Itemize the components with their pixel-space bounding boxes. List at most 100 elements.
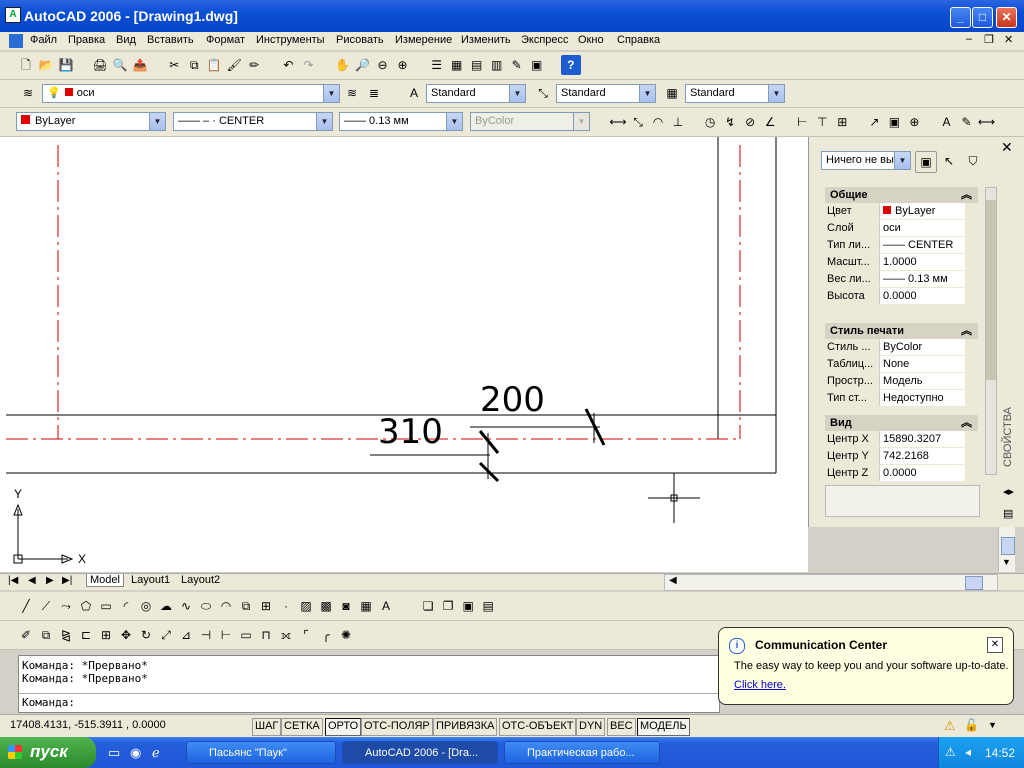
first-tab-icon[interactable]: |◀ <box>8 575 18 586</box>
prop-row-thickness[interactable]: Высота 0.0000 <box>825 288 978 305</box>
select-objects-icon[interactable]: ↖ <box>939 151 959 171</box>
start-button[interactable]: пуск <box>0 737 96 768</box>
command-window[interactable]: Команда: *Прервано* Команда: *Прервано* … <box>18 655 720 713</box>
join-icon[interactable]: ⟗ <box>276 625 296 645</box>
prop-row-plot-type[interactable]: Тип ст... Недоступно <box>825 390 978 407</box>
spline-icon[interactable]: ∿ <box>176 596 196 616</box>
tolerance-icon[interactable]: ▣ <box>884 112 904 132</box>
toggle-snap[interactable]: ШАГ <box>252 718 282 736</box>
text-style-icon[interactable]: A <box>404 83 424 103</box>
menu-draw[interactable]: Рисовать <box>336 34 384 46</box>
menu-tools[interactable]: Инструменты <box>256 34 325 46</box>
task-autocad[interactable]: AutoCAD 2006 - [Dra... <box>342 741 498 764</box>
layer-previous-icon[interactable]: ≣ <box>364 83 384 103</box>
color-combo[interactable]: ByLayer ▼ <box>16 112 166 131</box>
tab-layout1[interactable]: Layout1 <box>128 574 173 586</box>
prop-row-plotstyle[interactable]: Стиль ... ByColor <box>825 339 978 356</box>
baseline-icon[interactable]: ⊤ <box>812 112 832 132</box>
communication-center-icon[interactable]: ⚠ <box>944 718 956 734</box>
chamfer-icon[interactable]: ⌜ <box>296 625 316 645</box>
linear-dim-icon[interactable]: ⟷ <box>608 112 628 132</box>
menu-modify[interactable]: Изменить <box>461 34 511 46</box>
zoom-previous-icon[interactable]: ⊕ <box>393 55 413 75</box>
scroll-down-icon[interactable]: ▼ <box>1002 557 1011 567</box>
horizontal-scroll-thumb[interactable] <box>965 576 983 590</box>
offset-icon[interactable]: ⊏ <box>76 625 96 645</box>
dim-style-icon[interactable]: ⤡ <box>533 83 553 103</box>
fillet-icon[interactable]: ╭ <box>316 625 336 645</box>
clock[interactable]: 14:52 <box>985 746 1015 760</box>
prop-row-linetype[interactable]: Тип ли... —— CENTER <box>825 237 978 254</box>
tool-palettes-icon[interactable]: ▤ <box>467 55 487 75</box>
region-icon[interactable]: ◙ <box>336 596 356 616</box>
copy-icon[interactable]: ⧉ <box>184 55 204 75</box>
extend-icon[interactable]: ⊢ <box>216 625 236 645</box>
scroll-left-icon[interactable]: ◀ <box>669 575 677 586</box>
new-icon[interactable]: 🗋 <box>16 55 36 75</box>
block-editor-icon[interactable]: ✏ <box>244 55 264 75</box>
tray-volume-icon[interactable]: ◂ <box>965 745 971 759</box>
menu-dimension[interactable]: Измерение <box>395 34 452 46</box>
trim-icon[interactable]: ⊣ <box>196 625 216 645</box>
dim-style-combo[interactable]: Standard ▼ <box>556 84 656 103</box>
redo-icon[interactable]: ↷ <box>298 55 318 75</box>
jogged-icon[interactable]: ↯ <box>720 112 740 132</box>
design-center-icon[interactable]: ▦ <box>447 55 467 75</box>
toggle-osnap[interactable]: ПРИВЯЗКА <box>433 718 498 736</box>
chevron-down-icon[interactable]: ▼ <box>509 85 525 102</box>
menu-view[interactable]: Вид <box>116 34 136 46</box>
minimize-button[interactable]: _ <box>950 7 971 28</box>
dim-edit-icon[interactable]: A <box>937 112 957 132</box>
ellipse-icon[interactable]: ⬭ <box>196 596 216 616</box>
ordinate-icon[interactable]: ⊥ <box>668 112 688 132</box>
polyline-icon[interactable]: ⤳ <box>56 596 76 616</box>
balloon-close-icon[interactable]: ✕ <box>987 637 1003 653</box>
move-icon[interactable]: ✥ <box>116 625 136 645</box>
toggle-pickadd-icon[interactable]: ▣ <box>915 151 937 173</box>
drawing-area[interactable]: 200 310 Y X <box>0 137 808 572</box>
internet-explorer-icon[interactable]: ℯ <box>152 745 160 761</box>
chevron-down-icon[interactable]: ▼ <box>316 113 332 130</box>
toggle-polar[interactable]: ОТС-ПОЛЯР <box>361 718 433 736</box>
mtext-icon[interactable]: A <box>376 596 396 616</box>
show-desktop-icon[interactable]: ▭ <box>108 745 120 761</box>
arc-length-icon[interactable]: ◠ <box>648 112 668 132</box>
chevron-down-icon[interactable]: ▼ <box>639 85 655 102</box>
horizontal-scrollbar[interactable]: ◀ <box>664 574 998 591</box>
break-icon[interactable]: ⊓ <box>256 625 276 645</box>
chevron-down-icon[interactable]: ▼ <box>149 113 165 130</box>
palette-autohide-icon[interactable]: ◂▸ <box>1003 485 1014 498</box>
stretch-icon[interactable]: ⊿ <box>176 625 196 645</box>
save-icon[interactable]: 💾 <box>56 55 76 75</box>
task-solitaire[interactable]: Пасьянс "Паук" <box>186 741 336 764</box>
cut-icon[interactable]: ✂ <box>164 55 184 75</box>
angular-dim-icon[interactable]: ∠ <box>760 112 780 132</box>
prop-row-color[interactable]: Цвет ByLayer <box>825 203 978 220</box>
next-tab-icon[interactable]: ▶ <box>46 575 54 586</box>
print-preview-icon[interactable]: 🔍 <box>110 55 130 75</box>
arc-icon[interactable]: ◜ <box>116 596 136 616</box>
markup-icon[interactable]: ✎ <box>507 55 527 75</box>
quick-select-icon[interactable]: ⛉ <box>963 151 983 171</box>
menu-insert[interactable]: Вставить <box>147 34 194 46</box>
dim-update-icon[interactable]: ⟷ <box>977 112 997 132</box>
toolbar-lock-icon[interactable]: 🔓 <box>964 718 979 732</box>
zoom-window-icon[interactable]: ⊖ <box>373 55 393 75</box>
table-icon[interactable]: ▦ <box>356 596 376 616</box>
toggle-lwt[interactable]: ВЕС <box>607 718 636 736</box>
circle-icon[interactable]: ◎ <box>136 596 156 616</box>
collapse-icon[interactable]: ︽ <box>961 187 972 203</box>
array-icon[interactable]: ⊞ <box>96 625 116 645</box>
chevron-down-icon[interactable]: ▼ <box>768 85 784 102</box>
make-block-icon[interactable]: ⊞ <box>256 596 276 616</box>
autocad-app-icon[interactable]: A <box>5 7 21 23</box>
dim-text-edit-icon[interactable]: ✎ <box>957 112 977 132</box>
prop-row-layer[interactable]: Слой оси <box>825 220 978 237</box>
open-icon[interactable]: 📂 <box>36 55 56 75</box>
rectangle-icon[interactable]: ▭ <box>96 596 116 616</box>
collapse-icon[interactable]: ︽ <box>961 323 972 339</box>
layer-combo[interactable]: 💡 оси ▼ <box>42 84 340 103</box>
draworder-front-icon[interactable]: ❏ <box>418 596 438 616</box>
prop-row-plot-space[interactable]: Простр... Модель <box>825 373 978 390</box>
vertical-scrollbar[interactable]: ▼ <box>998 527 1015 572</box>
